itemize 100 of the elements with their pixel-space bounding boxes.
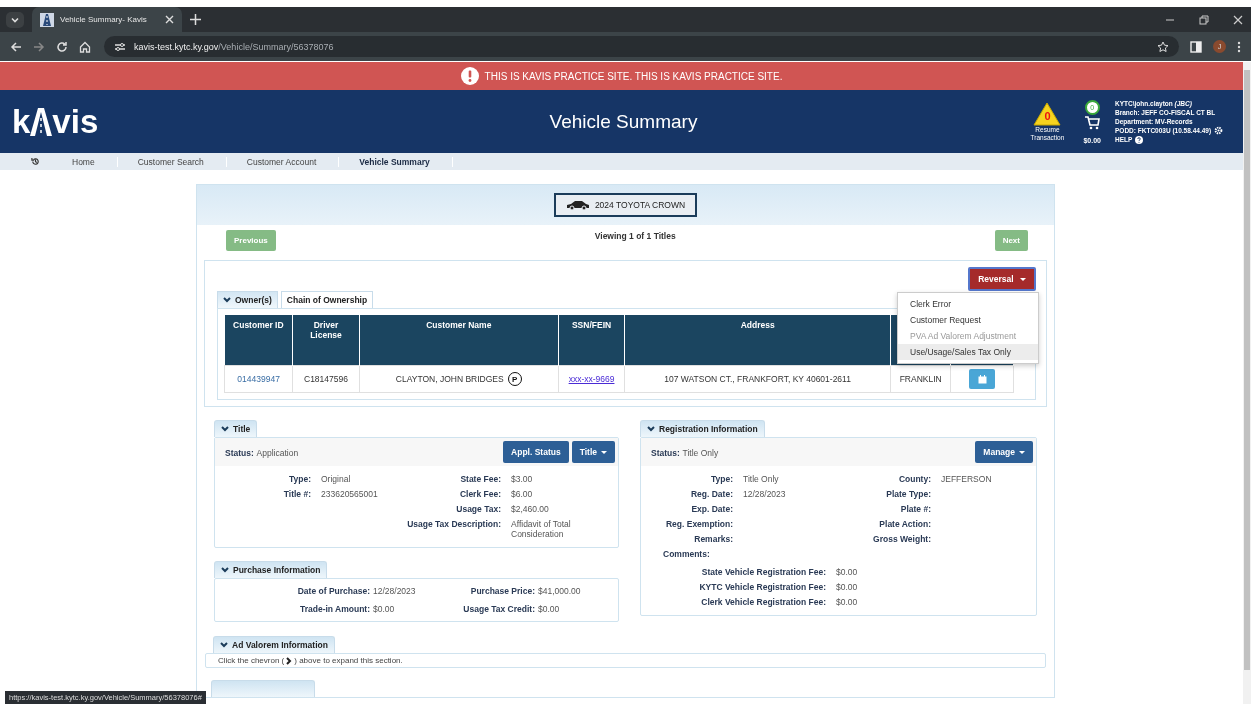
field-value: $2,460.00 [511, 504, 550, 514]
field-label: Exp. Date: [690, 504, 733, 514]
action-button[interactable]: Appl. Status [503, 441, 569, 463]
history-icon[interactable] [31, 157, 40, 166]
address-bar[interactable]: kavis-test.kytc.ky.gov/Vehicle/Summary/56378076 [104, 36, 1179, 57]
breadcrumb-link[interactable]: Customer Account [226, 156, 340, 167]
field-value: JEFFERSON [941, 474, 993, 484]
field-label: Type: [287, 474, 311, 484]
section-tab[interactable]: Purchase Information [214, 561, 328, 578]
back-icon[interactable] [10, 40, 22, 53]
field-value: 12/28/2023 [743, 489, 787, 499]
side-panel-icon[interactable] [1190, 40, 1202, 53]
viewing-count: Viewing 1 of 1 Titles [594, 231, 676, 241]
scrollbar[interactable] [1243, 62, 1251, 704]
calendar-button[interactable] [969, 369, 996, 389]
car-icon [565, 200, 590, 210]
road-icon [40, 12, 54, 27]
reload-icon[interactable] [56, 40, 68, 53]
menu-item[interactable]: Use/Usage/Sales Tax Only [898, 344, 1038, 360]
section-tab[interactable]: Title [214, 420, 258, 437]
section-tab[interactable]: Ad Valorem Information [213, 636, 335, 653]
field-label: Clerk Vehicle Registration Fee: [700, 597, 826, 607]
reversal-button[interactable]: Reversal [968, 267, 1036, 291]
chevron-down-icon [221, 426, 229, 432]
chevron-down-icon [221, 567, 229, 573]
field-label: County: [897, 474, 931, 484]
forward-icon[interactable] [33, 40, 45, 53]
calendar-icon [977, 374, 987, 384]
column-header: SSN/FEIN [558, 315, 625, 366]
tab[interactable]: Owner(s) [217, 291, 278, 308]
status-label: Status: [651, 447, 680, 458]
tab[interactable]: Chain of Ownership [280, 291, 374, 308]
table-cell: FRANKLIN [890, 365, 951, 393]
tab-list-button[interactable] [6, 11, 24, 28]
column-header: Customer ID [224, 315, 293, 366]
status-value: Application [256, 447, 299, 458]
chevron-right-icon [286, 656, 293, 665]
chevron-down-icon [223, 297, 231, 303]
close-icon[interactable] [1233, 14, 1243, 25]
field-label: State Vehicle Registration Fee: [700, 567, 826, 577]
breadcrumb-link[interactable]: Vehicle Summary [339, 156, 453, 167]
hint-text: Click the chevron ( [218, 656, 285, 665]
field-value: $3.00 [511, 474, 534, 484]
more-icon[interactable] [1237, 40, 1241, 53]
field-value: $0.00 [373, 604, 396, 614]
field-value: $6.00 [511, 489, 534, 499]
section-tab[interactable]: Registration Information [640, 420, 765, 437]
field-label: KYTC Vehicle Registration Fee: [698, 582, 826, 592]
field-label: Clerk Fee: [458, 489, 501, 499]
field-label: Usage Tax Credit: [462, 604, 535, 614]
status-value: Title Only [682, 447, 719, 458]
field-label: Usage Tax: [455, 504, 501, 514]
menu-item[interactable]: Clerk Error [898, 296, 1038, 312]
status-label: Status: [225, 447, 254, 458]
alert-icon [460, 67, 479, 85]
column-header: Customer Name [359, 315, 559, 366]
column-header: Driver License [292, 315, 360, 366]
table-cell: CLAYTON, JOHN BRIDGES [395, 374, 504, 384]
action-button[interactable]: Title [571, 441, 615, 463]
field-label: Usage Tax Description: [406, 519, 501, 531]
field-value: 233620565001 [321, 489, 379, 499]
browser-tab[interactable]: Vehicle Summary- Kavis [32, 7, 182, 32]
settings-icon[interactable] [1214, 126, 1224, 136]
help-icon[interactable] [1135, 135, 1144, 144]
page-title: Vehicle Summary [548, 110, 699, 133]
field-label: Reg. Exemption: [664, 519, 733, 529]
restore-icon[interactable] [1199, 14, 1209, 25]
logo-text: k [12, 102, 31, 141]
table-cell: 107 WATSON CT., FRANKFORT, KY 40601-2611 [624, 365, 891, 393]
field-label: Purchase Price: [469, 586, 535, 596]
field-label: Plate Type: [885, 489, 931, 499]
warning-icon [1033, 102, 1062, 127]
logo-text: vis [52, 102, 99, 141]
field-label: Reg. Date: [689, 489, 733, 499]
table-cell: C18147596 [292, 365, 360, 393]
field-label: Remarks: [693, 534, 733, 544]
field-value: $0.00 [836, 597, 859, 607]
action-button[interactable]: Manage [975, 441, 1033, 463]
menu-item[interactable]: Customer Request [898, 312, 1038, 328]
home-icon[interactable] [79, 40, 91, 53]
field-value: Affidavit of Total Consideration [511, 519, 572, 539]
field-label: Gross Weight: [872, 534, 931, 544]
field-value: Original [321, 474, 352, 484]
field-label: Plate Action: [878, 519, 931, 529]
vehicle-label: 2024 TOYOTA CROWN [553, 193, 698, 217]
close-icon[interactable] [165, 15, 174, 24]
field-value: $0.00 [836, 567, 859, 577]
bookmark-star-icon[interactable] [1157, 40, 1169, 53]
field-value: $41,000.00 [538, 586, 582, 596]
field-value: 12/28/2023 [373, 586, 417, 596]
field-label: Date of Purchase: [296, 586, 370, 596]
field-label: State Fee: [459, 474, 501, 484]
field-value: $0.00 [538, 604, 561, 614]
breadcrumb-link[interactable]: Customer Search [117, 156, 227, 167]
field-value: $0.00 [836, 582, 859, 592]
breadcrumb-link[interactable]: Home [52, 156, 118, 167]
new-tab-icon[interactable] [190, 14, 201, 25]
site-settings-icon[interactable] [114, 41, 126, 52]
column-header: Address [624, 315, 891, 366]
road-icon [30, 107, 53, 136]
